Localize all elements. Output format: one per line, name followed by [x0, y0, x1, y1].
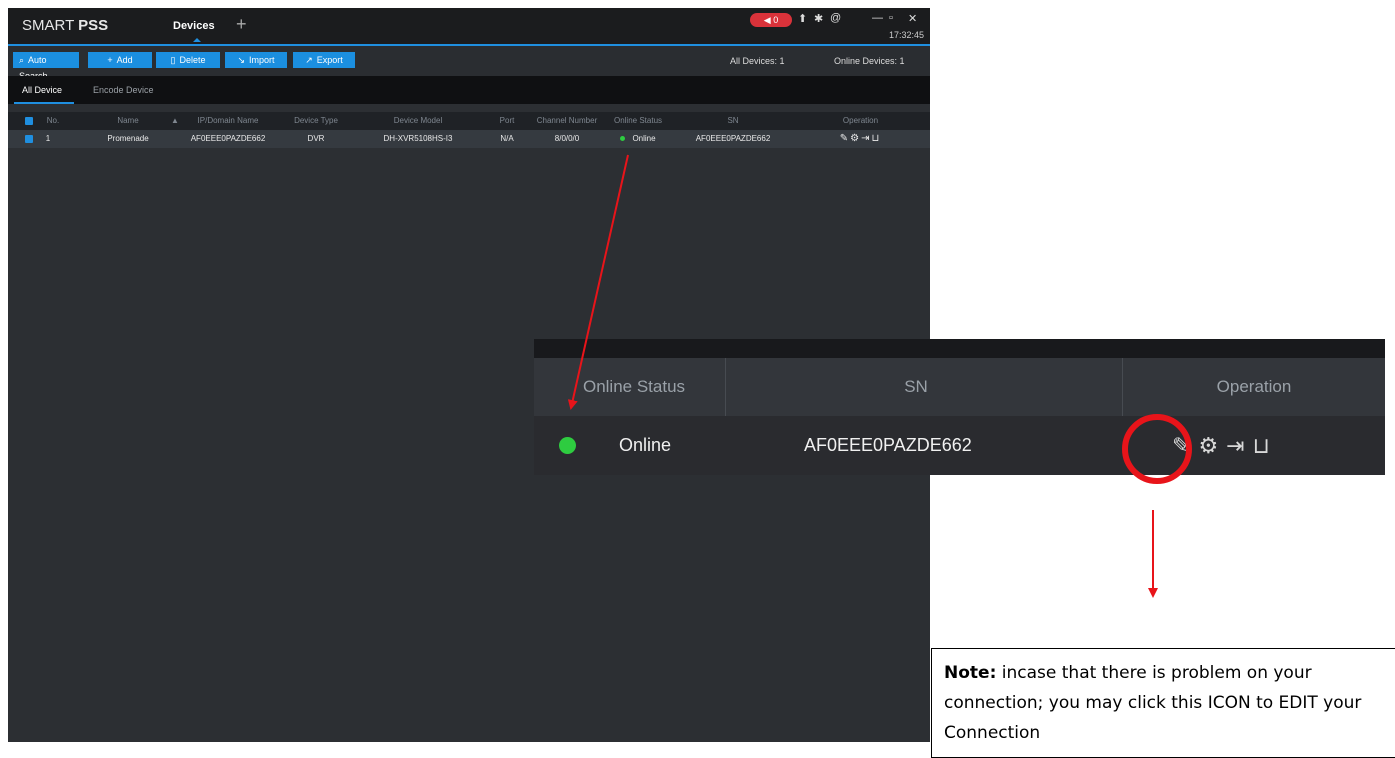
- title-bar: SMART PSS Devices + ◀ 0 ⬆ ✱ @ — ▫ ✕ 17:3…: [8, 8, 930, 46]
- export-icon: ↗: [305, 55, 313, 65]
- cell-port: N/A: [500, 134, 514, 143]
- close-icon[interactable]: ✕: [908, 12, 917, 25]
- user-icon[interactable]: ⬆: [798, 12, 807, 25]
- zoom-col-online-status: Online Status: [582, 377, 686, 396]
- delete-icon[interactable]: ⊔: [871, 133, 881, 144]
- col-device-type[interactable]: Device Type: [280, 112, 352, 130]
- online-dot: [620, 136, 626, 142]
- cell-online-status: Online: [603, 130, 673, 148]
- subtab-encode-device[interactable]: Encode Device: [93, 85, 154, 95]
- clock: 17:32:45: [888, 30, 924, 40]
- trash-icon: ▯: [170, 55, 176, 65]
- zoom-sn-text: AF0EEE0PAZDE662: [804, 435, 972, 455]
- zoom-online-text: Online: [619, 435, 672, 455]
- zoom-col-sn: SN: [904, 377, 928, 396]
- edit-icon[interactable]: ✎: [840, 133, 850, 144]
- zoom-col-operation: Operation: [1216, 377, 1292, 396]
- brand-bold-text: PSS: [78, 17, 109, 34]
- online-devices-count: Online Devices: 1: [834, 56, 905, 66]
- gear-icon[interactable]: ✱: [814, 12, 823, 25]
- add-label: Add: [116, 55, 133, 65]
- import-label: Import: [249, 55, 275, 65]
- zoom-delete-icon[interactable]: ⊔: [1253, 433, 1278, 458]
- col-channel-number[interactable]: Channel Number: [533, 112, 601, 130]
- zoom-logout-icon[interactable]: ⇥: [1226, 433, 1252, 458]
- note-text: incase that there is problem on your con…: [944, 663, 1362, 743]
- note-label: Note:: [944, 663, 997, 683]
- cell-ip: AF0EEE0PAZDE662: [190, 134, 266, 143]
- cell-name: Promenade: [107, 134, 149, 143]
- plus-icon: +: [107, 55, 113, 65]
- import-button[interactable]: ↘ Import: [225, 52, 287, 68]
- logout-icon[interactable]: ⇥: [861, 133, 871, 144]
- cell-sn: AF0EEE0PAZDE662: [695, 134, 771, 143]
- zoom-divider: [1122, 358, 1123, 416]
- export-label: Export: [316, 55, 343, 65]
- export-button[interactable]: ↗ Export: [293, 52, 355, 68]
- online-status-text: Online: [632, 134, 656, 143]
- cell-operation: ✎⚙⇥⊔: [813, 130, 908, 148]
- brand-text: SMART: [22, 17, 79, 34]
- subtab-all-device[interactable]: All Device: [22, 85, 62, 95]
- search-icon: ⌕: [19, 55, 25, 65]
- toolbar: ⌕Auto Search +Add ▯Delete ↘Import ↗Expor…: [8, 46, 930, 81]
- delete-label: Delete: [179, 55, 206, 65]
- add-tab-button[interactable]: +: [236, 14, 247, 35]
- zoom-online-dot: [559, 437, 576, 454]
- import-icon: ↘: [237, 55, 246, 65]
- cell-device-model: DH-XVR5108HS-I3: [383, 134, 453, 143]
- lock-icon[interactable]: @: [830, 12, 841, 24]
- restore-icon[interactable]: ▫: [889, 12, 893, 24]
- cell-channel-number: 8/0/0/0: [554, 134, 580, 143]
- config-icon[interactable]: ⚙: [850, 133, 861, 144]
- select-all-checkbox[interactable]: [25, 117, 33, 125]
- col-online-status[interactable]: Online Status: [603, 112, 673, 130]
- cell-no: 1: [45, 134, 51, 143]
- minimize-icon[interactable]: —: [872, 12, 883, 24]
- delete-button[interactable]: ▯ Delete: [156, 52, 220, 68]
- tab-devices[interactable]: Devices: [173, 20, 215, 32]
- zoom-top-bar: [534, 339, 1385, 358]
- auto-search-button[interactable]: ⌕Auto Search: [13, 52, 79, 81]
- zoom-row: Online AF0EEE0PAZDE662 ✎⚙⇥⊔: [534, 416, 1385, 475]
- subtab-active-underline: [14, 102, 74, 104]
- col-sn[interactable]: SN: [678, 112, 788, 130]
- highlight-circle: [1122, 414, 1192, 484]
- zoom-header: Online Status SN Operation: [534, 358, 1385, 416]
- table-row[interactable]: 1 Promenade AF0EEE0PAZDE662 DVR DH-XVR51…: [8, 130, 930, 148]
- sort-asc-icon[interactable]: ▲: [168, 112, 182, 130]
- alarm-badge[interactable]: ◀ 0: [750, 13, 792, 27]
- col-no[interactable]: No.: [38, 112, 68, 130]
- device-subtabs: All Device Encode Device: [8, 76, 930, 104]
- row-checkbox[interactable]: [25, 135, 33, 143]
- device-table-header: No. Name ▲ IP/Domain Name Device Type De…: [8, 112, 930, 130]
- zoom-callout: Online Status SN Operation Online AF0EEE…: [534, 339, 1385, 475]
- col-name[interactable]: Name: [93, 112, 163, 130]
- zoom-config-icon[interactable]: ⚙: [1198, 433, 1226, 458]
- alarm-count: 0: [773, 15, 779, 25]
- app-brand: SMART PSS: [22, 17, 108, 34]
- add-button[interactable]: + Add: [88, 52, 152, 68]
- col-port[interactable]: Port: [485, 112, 529, 130]
- col-ip[interactable]: IP/Domain Name: [183, 112, 273, 130]
- col-operation[interactable]: Operation: [813, 112, 908, 130]
- cell-device-type: DVR: [307, 134, 325, 143]
- active-tab-indicator: [193, 38, 201, 42]
- col-device-model[interactable]: Device Model: [364, 112, 472, 130]
- all-devices-count: All Devices: 1: [730, 56, 785, 66]
